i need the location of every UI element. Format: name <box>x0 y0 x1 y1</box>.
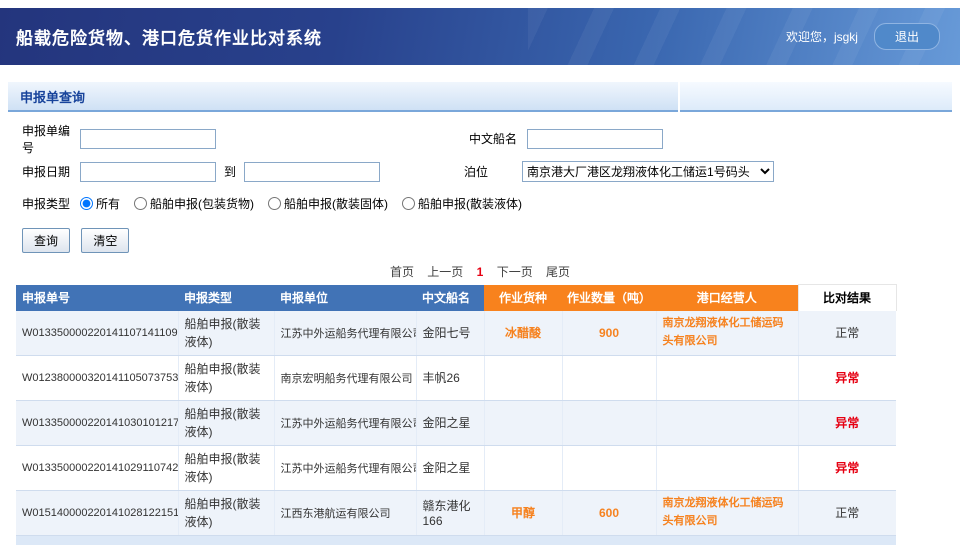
declaration-type-label: 申报类型 <box>22 195 80 212</box>
pagination-last[interactable]: 尾页 <box>546 265 570 279</box>
date-from-input[interactable] <box>80 162 216 182</box>
main-content: 申报单编号 中文船名 申报日期 到 泊位 南京港大厂港区龙翔液体化工储运1号码头… <box>0 112 960 545</box>
declaration-no-label: 申报单编号 <box>22 122 80 156</box>
pagination-first[interactable]: 首页 <box>390 265 414 279</box>
cell-compare-result: 异常 <box>798 445 896 490</box>
radio-option-all[interactable]: 所有 <box>80 195 120 212</box>
cell-ship-name: 金阳七号 <box>416 311 484 356</box>
pagination-current-page: 1 <box>477 265 484 279</box>
col-header-declaration-type: 申报类型 <box>178 285 274 311</box>
date-label: 申报日期 <box>22 163 80 180</box>
cell-declaration-type: 船舶申报(散装液体) <box>178 445 274 490</box>
cell-declaration-no: W012380000320141105073753 <box>16 355 178 400</box>
cell-cargo-type: 甲醇 <box>484 490 562 535</box>
cell-quantity: 900 <box>562 311 656 356</box>
cell-compare-result: 正常 <box>798 490 896 535</box>
date-separator: 到 <box>224 163 236 180</box>
cell-declaration-unit: 江西东港航运有限公司 <box>274 490 416 535</box>
col-header-port-operator: 港口经营人 <box>656 285 798 311</box>
header-right: 欢迎您，jsgkj 退出 <box>786 23 960 50</box>
form-buttons: 查询 清空 <box>22 228 952 253</box>
date-to-input[interactable] <box>244 162 380 182</box>
bottom-pagination-strip <box>16 536 896 545</box>
berth-select[interactable]: 南京港大厂港区龙翔液体化工储运1号码头 <box>522 161 774 182</box>
table-row: W013350000220141030101217 船舶申报(散装液体) 江苏中… <box>16 400 896 445</box>
pagination-next[interactable]: 下一页 <box>497 265 533 279</box>
cell-compare-result: 正常 <box>798 311 896 356</box>
cell-cargo-type <box>484 400 562 445</box>
cell-declaration-no: W015140000220141028122151 <box>16 490 178 535</box>
radio-all[interactable] <box>80 197 93 210</box>
cell-compare-result: 异常 <box>798 355 896 400</box>
cell-quantity <box>562 400 656 445</box>
cell-quantity <box>562 445 656 490</box>
cell-quantity <box>562 355 656 400</box>
cell-port-operator: 南京龙翔液体化工储运码头有限公司 <box>656 490 798 535</box>
cell-declaration-type: 船舶申报(散装液体) <box>178 490 274 535</box>
radio-option-bulk-solid[interactable]: 船舶申报(散装固体) <box>268 195 388 212</box>
table-row: W015140000220141028122151 船舶申报(散装液体) 江西东… <box>16 490 896 535</box>
section-bar-spacer <box>680 82 952 112</box>
section-tab-query: 申报单查询 <box>8 82 678 112</box>
form-row-3: 申报类型 所有 船舶申报(包装货物) 船舶申报(散装固体) 船舶申报(散装液体) <box>22 194 952 212</box>
query-button[interactable]: 查询 <box>22 228 70 253</box>
col-header-compare-result: 比对结果 <box>798 285 896 311</box>
cell-declaration-type: 船舶申报(散装液体) <box>178 355 274 400</box>
berth-label: 泊位 <box>464 163 522 180</box>
cell-ship-name: 金阳之星 <box>416 400 484 445</box>
pagination-prev[interactable]: 上一页 <box>427 265 463 279</box>
cell-declaration-no: W013350000220141029110742 <box>16 445 178 490</box>
logout-button[interactable]: 退出 <box>874 23 940 50</box>
cell-cargo-type: 冰醋酸 <box>484 311 562 356</box>
pagination: 首页 上一页 1 下一页 尾页 <box>8 263 952 280</box>
col-header-quantity: 作业数量（吨） <box>562 285 656 311</box>
col-header-declaration-no: 申报单号 <box>16 285 178 311</box>
cell-ship-name: 赣东港化166 <box>416 490 484 535</box>
radio-packaged[interactable] <box>134 197 147 210</box>
cell-declaration-unit: 江苏中外运船务代理有限公司 <box>274 311 416 356</box>
cell-declaration-type: 船舶申报(散装液体) <box>178 400 274 445</box>
table-row: W013350000220141029110742 船舶申报(散装液体) 江苏中… <box>16 445 896 490</box>
cell-compare-result: 异常 <box>798 400 896 445</box>
radio-bulk-solid[interactable] <box>268 197 281 210</box>
page-title: 申报单查询 <box>8 87 85 106</box>
cell-cargo-type <box>484 445 562 490</box>
cell-ship-name: 金阳之星 <box>416 445 484 490</box>
table-row: W013350000220141107141109 船舶申报(散装液体) 江苏中… <box>16 311 896 356</box>
cell-declaration-no: W013350000220141107141109 <box>16 311 178 356</box>
col-header-declaration-unit: 申报单位 <box>274 285 416 311</box>
query-form: 申报单编号 中文船名 申报日期 到 泊位 南京港大厂港区龙翔液体化工储运1号码头… <box>8 112 952 253</box>
cell-declaration-no: W013350000220141030101217 <box>16 400 178 445</box>
cell-port-operator <box>656 400 798 445</box>
section-bar: 申报单查询 <box>8 82 952 112</box>
radio-option-packaged[interactable]: 船舶申报(包装货物) <box>134 195 254 212</box>
ship-name-input[interactable] <box>527 129 663 149</box>
welcome-text: 欢迎您，jsgkj <box>786 28 858 45</box>
cell-ship-name: 丰帆26 <box>416 355 484 400</box>
cell-port-operator: 南京龙翔液体化工储运码头有限公司 <box>656 311 798 356</box>
declaration-no-input[interactable] <box>80 129 216 149</box>
cell-declaration-type: 船舶申报(散装液体) <box>178 311 274 356</box>
radio-option-bulk-liquid[interactable]: 船舶申报(散装液体) <box>402 195 522 212</box>
form-row-2: 申报日期 到 泊位 南京港大厂港区龙翔液体化工储运1号码头 <box>22 161 952 182</box>
cell-declaration-unit: 江苏中外运船务代理有限公司 <box>274 400 416 445</box>
col-header-cargo-type: 作业货种 <box>484 285 562 311</box>
radio-bulk-liquid[interactable] <box>402 197 415 210</box>
table-header-row: 申报单号 申报类型 申报单位 中文船名 作业货种 作业数量（吨） 港口经营人 比… <box>16 285 896 311</box>
cell-quantity: 600 <box>562 490 656 535</box>
cell-cargo-type <box>484 355 562 400</box>
ship-name-label: 中文船名 <box>469 130 527 147</box>
app-header: 船载危险货物、港口危货作业比对系统 欢迎您，jsgkj 退出 <box>0 8 960 65</box>
results-table: 申报单号 申报类型 申报单位 中文船名 作业货种 作业数量（吨） 港口经营人 比… <box>16 284 897 536</box>
form-row-1: 申报单编号 中文船名 <box>22 128 952 149</box>
app-title: 船载危险货物、港口危货作业比对系统 <box>0 24 322 49</box>
cell-port-operator <box>656 445 798 490</box>
col-header-ship-name: 中文船名 <box>416 285 484 311</box>
table-row: W012380000320141105073753 船舶申报(散装液体) 南京宏… <box>16 355 896 400</box>
clear-button[interactable]: 清空 <box>81 228 129 253</box>
cell-declaration-unit: 江苏中外运船务代理有限公司 <box>274 445 416 490</box>
cell-port-operator <box>656 355 798 400</box>
cell-declaration-unit: 南京宏明船务代理有限公司 <box>274 355 416 400</box>
